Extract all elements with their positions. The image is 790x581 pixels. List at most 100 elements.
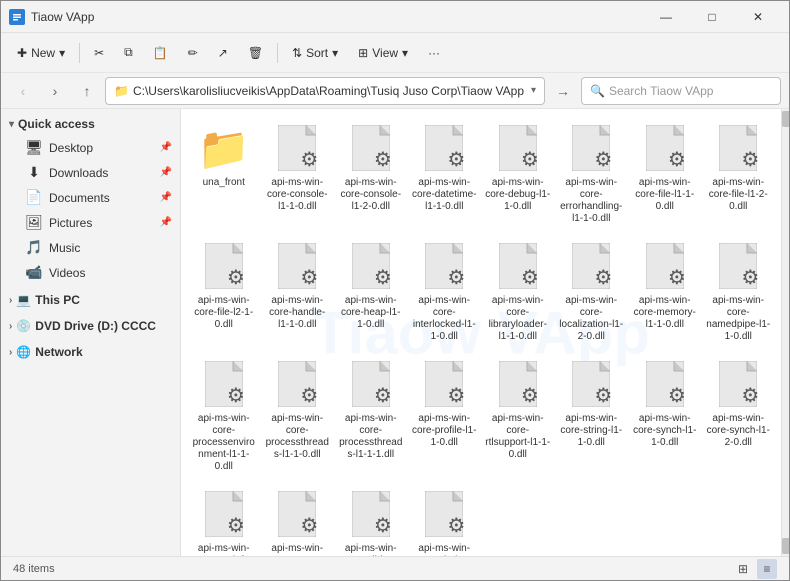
file-name-label: api-ms-win-core-namedpipe-l1-1-0.dll <box>706 295 772 343</box>
dll-icon-container: ⚙ <box>425 125 463 174</box>
file-item[interactable]: ⚙api-ms-win-crt-conio-l1-1-0.dll <box>410 483 480 556</box>
file-item[interactable]: ⚙api-ms-win-core-interlocked-l1-1-0.dll <box>410 235 480 349</box>
icon-view-button[interactable]: ⊞ <box>733 559 753 579</box>
gear-icon: ⚙ <box>741 147 759 172</box>
delete-button[interactable]: 🗑 <box>240 38 271 68</box>
app-icon <box>9 9 25 25</box>
sidebar-item-videos[interactable]: 📹 Videos <box>1 260 180 285</box>
file-icon-container: ⚙ <box>273 123 321 175</box>
downloads-pin-icon: 📌 <box>160 167 172 178</box>
file-item[interactable]: ⚙api-ms-win-core-memory-l1-1-0.dll <box>630 235 700 349</box>
quick-access-header[interactable]: ▾ Quick access <box>1 113 180 135</box>
file-name-label: api-ms-win-core-profile-l1-1-0.dll <box>412 413 478 449</box>
gear-icon: ⚙ <box>521 147 539 172</box>
gear-icon: ⚙ <box>594 147 612 172</box>
scroll-down-button[interactable] <box>782 538 790 554</box>
dll-icon-container: ⚙ <box>572 125 610 174</box>
share-button[interactable]: ↗ <box>210 38 236 68</box>
file-item[interactable]: ⚙api-ms-win-core-timezone-l1-1-0.dll <box>263 483 333 556</box>
file-item[interactable]: ⚙api-ms-win-core-debug-l1-1-0.dll <box>483 117 553 231</box>
sidebar-item-desktop[interactable]: 🖥 Desktop 📌 <box>1 135 180 160</box>
toolbar-separator-2 <box>277 43 278 63</box>
dvd-chevron-icon: › <box>9 321 12 332</box>
scroll-up-button[interactable] <box>782 111 790 127</box>
file-item[interactable]: ⚙api-ms-win-core-handle-l1-1-0.dll <box>263 235 333 349</box>
file-item[interactable]: ⚙api-ms-win-core-processthreads-l1-1-0.d… <box>263 353 333 479</box>
file-item[interactable]: ⚙api-ms-win-core-synch-l1-1-0.dll <box>630 353 700 479</box>
file-icon-container: ⚙ <box>494 123 542 175</box>
more-button[interactable]: ··· <box>420 38 448 68</box>
new-button[interactable]: ✚ New ▾ <box>9 38 73 68</box>
file-item[interactable]: ⚙api-ms-win-core-string-l1-1-0.dll <box>557 353 627 479</box>
file-item[interactable]: ⚙api-ms-win-core-profile-l1-1-0.dll <box>410 353 480 479</box>
file-item[interactable]: ⚙api-ms-win-core-processthreads-l1-1-1.d… <box>336 353 406 479</box>
network-label: Network <box>35 345 82 359</box>
network-header[interactable]: › 🌐 Network <box>1 341 180 363</box>
maximize-button[interactable]: □ <box>689 1 735 33</box>
forward-button[interactable]: › <box>41 77 69 105</box>
dll-icon-container: ⚙ <box>572 243 610 292</box>
new-chevron-icon: ▾ <box>59 46 65 60</box>
address-input[interactable]: 📁 C:\Users\karolisliucveikis\AppData\Roa… <box>105 77 545 105</box>
gear-icon: ⚙ <box>300 383 318 408</box>
file-item[interactable]: ⚙api-ms-win-core-console-l1-1-0.dll <box>263 117 333 231</box>
file-item[interactable]: ⚙ api-ms-win-core-errorhandling-l1-1-0.dl… <box>557 117 627 231</box>
back-button[interactable]: ‹ <box>9 77 37 105</box>
file-name-label: api-ms-win-core-errorhandling-l1-1-0.dll <box>559 177 625 225</box>
file-item[interactable]: ⚙api-ms-win-core-file-l2-1-0.dll <box>189 235 259 349</box>
file-item[interactable]: ⚙api-ms-win-core-processenvironment-l1-1… <box>189 353 259 479</box>
dvd-label: DVD Drive (D:) CCCC <box>35 319 156 333</box>
file-name-label: api-ms-win-core-synch-l1-2-0.dll <box>706 413 772 449</box>
file-icon-container: ⚙ <box>567 359 615 411</box>
dvd-header[interactable]: › 💿 DVD Drive (D:) CCCC <box>1 315 180 337</box>
file-item[interactable]: ⚙api-ms-win-core-namedpipe-l1-1-0.dll <box>704 235 774 349</box>
file-item[interactable]: ⚙api-ms-win-core-sysinfo-l1-1-0.dll <box>189 483 259 556</box>
toolbar: ✚ New ▾ ✂ ⧉ 📋 ✏ ↗ 🗑 ⇅ Sort ▾ ⊞ <box>1 33 789 73</box>
sidebar-item-music[interactable]: 🎵 Music <box>1 235 180 260</box>
gear-icon: ⚙ <box>300 147 318 172</box>
sidebar-item-downloads[interactable]: ⬇ Downloads 📌 <box>1 160 180 185</box>
dll-icon-container: ⚙ <box>278 361 316 410</box>
list-view-button[interactable]: ≡ <box>757 559 777 579</box>
downloads-icon: ⬇ <box>25 164 43 181</box>
search-box[interactable]: 🔍 Search Tiaow VApp <box>581 77 781 105</box>
file-item[interactable]: ⚙api-ms-win-core-file-l1-1-0.dll <box>630 117 700 231</box>
file-item[interactable]: 📁una_front <box>189 117 259 231</box>
file-name-label: api-ms-win-core-datetime-l1-1-0.dll <box>412 177 478 213</box>
file-item[interactable]: ⚙api-ms-win-core-rtlsupport-l1-1-0.dll <box>483 353 553 479</box>
file-item[interactable]: ⚙api-ms-win-core-libraryloader-l1-1-0.dl… <box>483 235 553 349</box>
file-icon-container: ⚙ <box>347 123 395 175</box>
copy-button[interactable]: ⧉ <box>116 38 141 68</box>
file-item[interactable]: ⚙api-ms-win-core-heap-l1-1-0.dll <box>336 235 406 349</box>
rename-button[interactable]: ✏ <box>180 38 206 68</box>
paste-button[interactable]: 📋 <box>145 38 176 68</box>
file-name-label: api-ms-win-core-processenvironment-l1-1-… <box>191 413 257 473</box>
cut-button[interactable]: ✂ <box>86 38 112 68</box>
file-item[interactable]: ⚙api-ms-win-core-console-l1-2-0.dll <box>336 117 406 231</box>
quick-access-section: ▾ Quick access 🖥 Desktop 📌 ⬇ Downloads 📌… <box>1 113 180 285</box>
sidebar-item-desktop-label: Desktop <box>49 141 154 155</box>
this-pc-header[interactable]: › 💻 This PC <box>1 289 180 311</box>
file-item[interactable]: ⚙api-ms-win-core-localization-l1-2-0.dll <box>557 235 627 349</box>
up-button[interactable]: ↑ <box>73 77 101 105</box>
sidebar-item-pictures[interactable]: 🖼 Pictures 📌 <box>1 210 180 235</box>
view-button[interactable]: ⊞ View ▾ <box>350 38 416 68</box>
file-item[interactable]: ⚙api-ms-win-core-synch-l1-2-0.dll <box>704 353 774 479</box>
file-item[interactable]: ⚙api-ms-win-core-file-l1-2-0.dll <box>704 117 774 231</box>
file-icon-container: ⚙ <box>347 489 395 541</box>
minimize-button[interactable]: — <box>643 1 689 33</box>
file-icon-container: ⚙ <box>494 359 542 411</box>
gear-icon: ⚙ <box>447 265 465 290</box>
scrollbar[interactable] <box>781 109 789 556</box>
dll-icon-container: ⚙ <box>425 243 463 292</box>
go-button[interactable]: → <box>549 77 577 105</box>
sidebar-item-documents[interactable]: 📄 Documents 📌 <box>1 185 180 210</box>
this-pc-chevron-icon: › <box>9 295 12 306</box>
sort-button[interactable]: ⇅ Sort ▾ <box>284 38 346 68</box>
sort-chevron-icon: ▾ <box>332 46 338 60</box>
file-item[interactable]: ⚙api-ms-win-core-datetime-l1-1-0.dll <box>410 117 480 231</box>
file-item[interactable]: ⚙api-ms-win-core-util-l1-1-0.dll <box>336 483 406 556</box>
search-placeholder: Search Tiaow VApp <box>609 84 714 98</box>
close-button[interactable]: ✕ <box>735 1 781 33</box>
file-icon-container: ⚙ <box>641 241 689 293</box>
